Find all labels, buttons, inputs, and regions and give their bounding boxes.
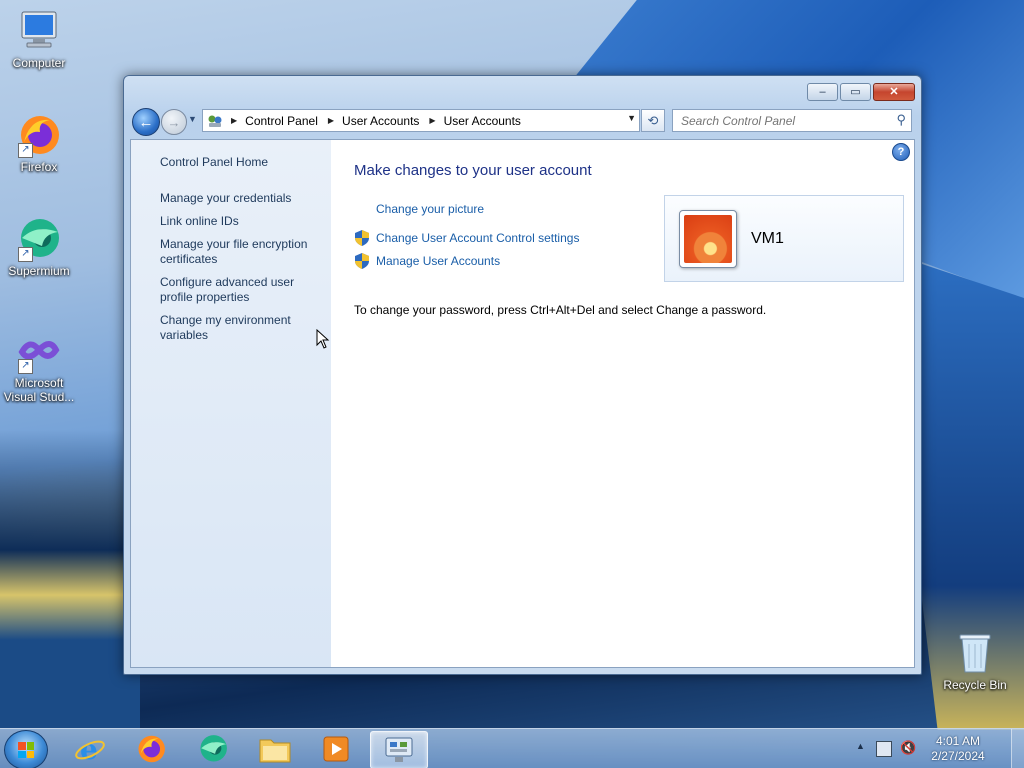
- forward-arrow-icon: →: [167, 114, 181, 130]
- desktop-icon-firefox[interactable]: ↗ Firefox: [1, 112, 77, 174]
- page-title: Make changes to your user account: [354, 162, 592, 179]
- clock-time: 4:01 AM: [935, 734, 981, 748]
- help-icon[interactable]: ?: [892, 143, 910, 161]
- breadcrumb-chevron-icon[interactable]: ▶: [231, 116, 237, 125]
- refresh-icon: ⟲: [647, 112, 659, 128]
- task-link-online-ids[interactable]: Link online IDs: [160, 214, 325, 229]
- uac-shield-icon: [355, 253, 369, 269]
- back-button[interactable]: ←: [132, 108, 160, 136]
- supermium-icon: [200, 735, 227, 762]
- flower-picture-icon: [684, 215, 732, 263]
- system-tray: ▲ 🔇 4:01 AM 2/27/2024: [854, 729, 1024, 768]
- task-environment-variables[interactable]: Change my environment variables: [160, 313, 325, 343]
- maximize-button[interactable]: ▭: [840, 83, 871, 101]
- internet-explorer-icon: e: [75, 733, 105, 765]
- shortcut-arrow-icon: ↗: [18, 359, 33, 374]
- minimize-button[interactable]: –: [807, 83, 838, 101]
- desktop-icon-label: Microsoft Visual Stud...: [3, 376, 75, 404]
- uac-shield-icon: [355, 230, 369, 246]
- network-icon[interactable]: [876, 741, 892, 757]
- firefox-icon: [138, 735, 165, 763]
- navigation-bar: ← → ▼ ▶ Control Panel ▶ User Accounts ▶ …: [132, 108, 913, 136]
- recent-pages-dropdown-icon[interactable]: ▼: [188, 114, 197, 124]
- taskbar-media-player[interactable]: [308, 731, 364, 767]
- change-uac-settings-link[interactable]: Change User Account Control settings: [376, 231, 579, 245]
- breadcrumb-item[interactable]: Control Panel: [245, 114, 318, 128]
- control-panel-window[interactable]: – ▭ ✕ ← → ▼ ▶ Control Panel ▶ User Accou…: [123, 75, 922, 675]
- show-hidden-icons-icon[interactable]: ▲: [856, 741, 865, 751]
- computer-icon: [16, 8, 62, 54]
- user-picture[interactable]: [679, 210, 737, 268]
- task-pane: Control Panel Home Manage your credentia…: [131, 140, 331, 667]
- address-bar[interactable]: ▶ Control Panel ▶ User Accounts ▶ User A…: [202, 109, 640, 132]
- caption-buttons: – ▭ ✕: [805, 83, 915, 101]
- show-desktop-button[interactable]: [1011, 729, 1024, 768]
- content-area: Control Panel Home Manage your credentia…: [130, 139, 915, 668]
- taskbar-supermium[interactable]: [185, 731, 241, 767]
- search-input[interactable]: [679, 112, 888, 129]
- task-advanced-profile-properties[interactable]: Configure advanced user profile properti…: [160, 275, 325, 305]
- main-pane: ? Make changes to your user account Chan…: [331, 140, 914, 667]
- firefox-icon: ↗: [16, 112, 62, 158]
- supermium-icon: ↗: [16, 216, 62, 262]
- desktop-icon-label: Supermium: [8, 264, 70, 278]
- user-account-card: VM1: [664, 195, 904, 282]
- change-picture-link[interactable]: Change your picture: [376, 202, 484, 216]
- search-icon[interactable]: ⚲: [896, 112, 906, 128]
- address-dropdown-icon[interactable]: ▼: [627, 113, 636, 123]
- clock[interactable]: 4:01 AM 2/27/2024: [918, 734, 998, 764]
- desktop-icon-visual-studio[interactable]: ↗ Microsoft Visual Stud...: [1, 328, 77, 404]
- folder-icon: [259, 739, 291, 763]
- refresh-button[interactable]: ⟲: [641, 109, 665, 132]
- volume-muted-icon[interactable]: 🔇: [900, 740, 916, 756]
- clock-date: 2/27/2024: [931, 749, 985, 763]
- desktop-icon-recycle-bin[interactable]: Recycle Bin: [937, 630, 1013, 692]
- breadcrumb-item[interactable]: User Accounts: [342, 114, 419, 128]
- breadcrumb-item[interactable]: User Accounts: [444, 114, 521, 128]
- user-name: VM1: [751, 230, 784, 247]
- svg-text:e: e: [80, 733, 98, 765]
- desktop-icon-label: Computer: [12, 56, 66, 70]
- taskbar-firefox[interactable]: [123, 731, 179, 767]
- wallpaper-shard: [0, 430, 140, 730]
- breadcrumb-chevron-icon[interactable]: ▶: [328, 116, 334, 125]
- breadcrumb-chevron-icon[interactable]: ▶: [429, 116, 435, 125]
- close-button[interactable]: ✕: [873, 83, 915, 101]
- taskbar: e ▲ 🔇 4:01 AM 2/27/2024: [0, 728, 1024, 768]
- task-file-encryption-certificates[interactable]: Manage your file encryption certificates: [160, 237, 325, 267]
- control-panel-icon: [207, 114, 223, 128]
- start-button[interactable]: [4, 730, 48, 768]
- taskbar-control-panel[interactable]: [370, 731, 428, 768]
- mouse-cursor-icon: [316, 329, 330, 349]
- manage-user-accounts-link[interactable]: Manage User Accounts: [376, 254, 500, 268]
- breadcrumb: ▶ Control Panel ▶ User Accounts ▶ User A…: [227, 114, 521, 128]
- taskbar-internet-explorer[interactable]: e: [62, 731, 118, 767]
- taskbar-file-explorer[interactable]: [247, 731, 303, 767]
- control-panel-icon: [385, 737, 413, 762]
- recycle-bin-icon: [952, 630, 998, 676]
- task-manage-credentials[interactable]: Manage your credentials: [160, 191, 325, 206]
- shortcut-arrow-icon: ↗: [18, 247, 33, 262]
- shortcut-arrow-icon: ↗: [18, 143, 33, 158]
- windows-logo-icon: [18, 742, 34, 758]
- desktop-icon-label: Recycle Bin: [943, 678, 1007, 692]
- desktop-icon-supermium[interactable]: ↗ Supermium: [1, 216, 77, 278]
- back-arrow-icon: ←: [138, 113, 154, 131]
- forward-button[interactable]: →: [161, 109, 187, 135]
- password-note: To change your password, press Ctrl+Alt+…: [354, 303, 767, 317]
- desktop-icon-computer[interactable]: Computer: [1, 8, 77, 70]
- control-panel-home-link[interactable]: Control Panel Home: [160, 155, 268, 169]
- media-player-icon: [323, 736, 349, 762]
- search-box[interactable]: ⚲: [672, 109, 912, 132]
- desktop-icon-label: Firefox: [20, 160, 58, 174]
- visual-studio-icon: ↗: [16, 328, 62, 374]
